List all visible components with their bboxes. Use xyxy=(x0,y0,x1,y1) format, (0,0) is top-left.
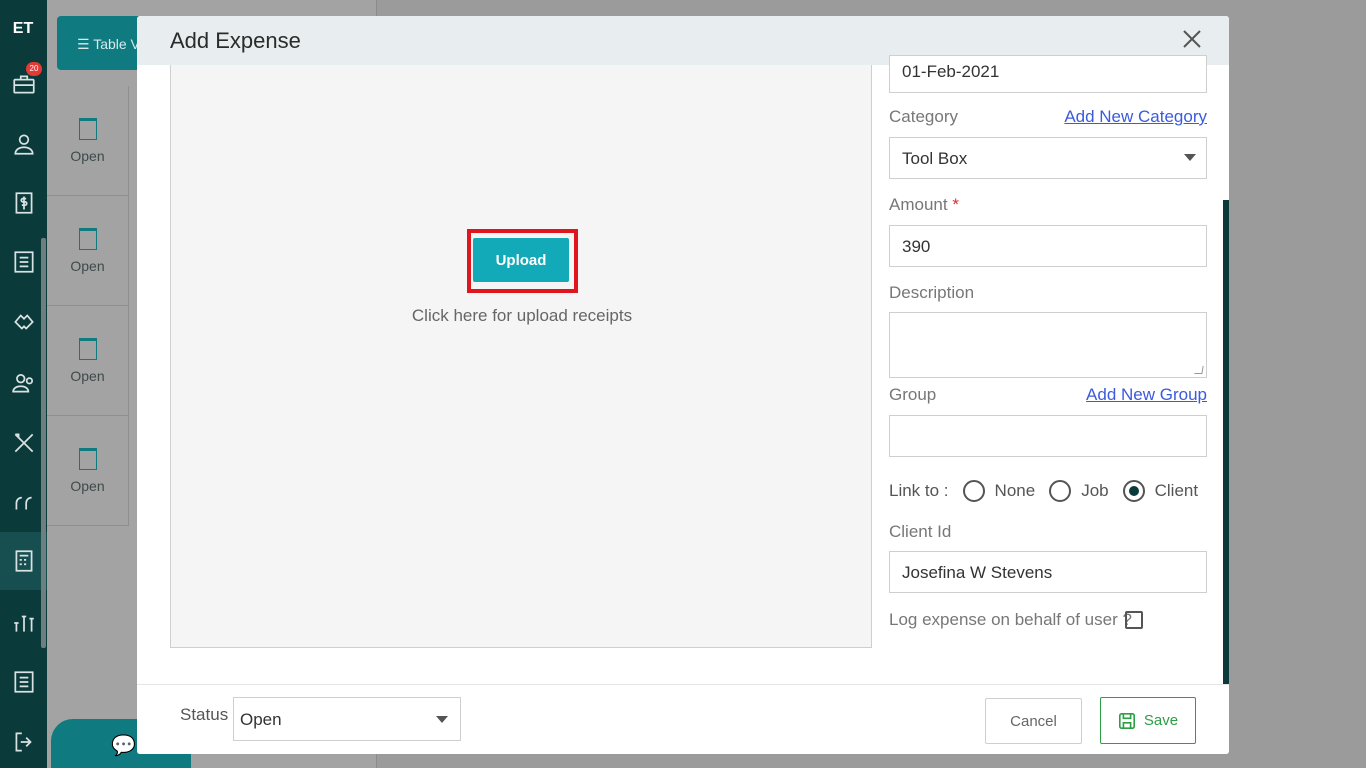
list-item[interactable]: Open xyxy=(47,196,129,306)
nav-tools[interactable] xyxy=(0,414,47,472)
client-id-label: Client Id xyxy=(889,522,952,541)
link-to-radio-group: Link to : None Job Client xyxy=(889,475,1207,507)
calculator-icon xyxy=(15,550,32,572)
description-label: Description xyxy=(889,283,975,302)
open-bag-icon xyxy=(78,118,97,140)
user-icon xyxy=(13,134,34,155)
nav-team[interactable] xyxy=(0,354,47,412)
nav-handshake[interactable] xyxy=(0,293,47,351)
amount-field[interactable]: 390 xyxy=(889,225,1207,267)
status-label: Status xyxy=(180,705,229,724)
chevron-down-icon xyxy=(436,716,448,723)
handshake-icon xyxy=(13,314,34,330)
modal-scrollbar[interactable] xyxy=(1223,200,1229,700)
add-new-category-link[interactable]: Add New Category xyxy=(1064,107,1207,127)
tools-icon xyxy=(14,433,33,453)
open-bag-icon xyxy=(78,338,97,360)
radio-job[interactable] xyxy=(1049,480,1072,502)
sidebar-scrollbar[interactable] xyxy=(41,238,46,648)
nav-reports[interactable] xyxy=(0,594,47,652)
list-item[interactable]: Open xyxy=(47,86,129,196)
nav-expenses[interactable] xyxy=(0,532,47,590)
save-icon xyxy=(1118,712,1135,729)
close-button[interactable] xyxy=(1181,28,1203,50)
nav-logout[interactable] xyxy=(0,713,47,768)
radio-client[interactable] xyxy=(1122,480,1145,502)
nav-billing[interactable] xyxy=(0,174,47,232)
link-to-label: Link to : xyxy=(889,481,949,500)
category-select[interactable]: Tool Box xyxy=(889,137,1207,179)
upload-hint: Click here for upload receipts xyxy=(411,306,633,325)
cancel-button[interactable]: Cancel xyxy=(985,698,1082,744)
amount-label: Amount * xyxy=(889,195,959,214)
quote-icon xyxy=(15,496,32,510)
resize-handle-icon[interactable] xyxy=(1194,366,1204,374)
app-logo: ET xyxy=(12,20,34,37)
left-nav-sidebar: ET 20 xyxy=(0,0,47,768)
group-label: Group xyxy=(889,385,937,404)
add-new-group-link[interactable]: Add New Group xyxy=(1086,385,1207,405)
list-icon xyxy=(13,251,34,273)
status-select[interactable]: Open xyxy=(233,697,461,741)
date-field[interactable]: 01-Feb-2021 xyxy=(889,55,1207,93)
radio-none[interactable] xyxy=(962,480,985,502)
client-id-field[interactable]: Josefina W Stevens xyxy=(889,551,1207,593)
chevron-down-icon xyxy=(1184,154,1196,161)
nav-quotes[interactable] xyxy=(0,474,47,532)
dollar-icon xyxy=(15,192,32,214)
group-field[interactable] xyxy=(889,415,1207,457)
notification-badge: 20 xyxy=(26,62,42,76)
log-on-behalf-label: Log expense on behalf of user ? xyxy=(889,610,1132,629)
description-textarea[interactable] xyxy=(889,312,1207,378)
radio-client-label: Client xyxy=(1154,481,1199,500)
team-icon xyxy=(11,374,33,393)
sliders-icon xyxy=(13,615,34,632)
modal-footer: Status Open Cancel Save xyxy=(137,684,1229,754)
nav-user[interactable] xyxy=(0,115,47,173)
nav-list[interactable] xyxy=(0,233,47,291)
receipt-upload-area[interactable]: Upload Click here for upload receipts xyxy=(170,65,872,648)
settings-panel-icon xyxy=(13,671,34,693)
save-button[interactable]: Save xyxy=(1100,697,1196,744)
log-on-behalf-checkbox[interactable] xyxy=(1125,611,1143,629)
category-label: Category xyxy=(889,107,958,126)
logout-icon xyxy=(15,732,32,752)
nav-settings[interactable] xyxy=(0,653,47,711)
open-bag-icon xyxy=(78,448,97,470)
open-bag-icon xyxy=(78,228,97,250)
list-item[interactable]: Open xyxy=(47,306,129,416)
list-item[interactable]: Open xyxy=(47,416,129,526)
add-expense-modal: Add Expense Upload Click here for upload… xyxy=(137,16,1229,754)
close-icon xyxy=(1183,30,1201,48)
radio-none-label: None xyxy=(994,481,1036,500)
upload-button[interactable]: Upload xyxy=(473,238,569,282)
radio-job-label: Job xyxy=(1081,481,1109,500)
modal-title: Add Expense xyxy=(170,28,301,53)
